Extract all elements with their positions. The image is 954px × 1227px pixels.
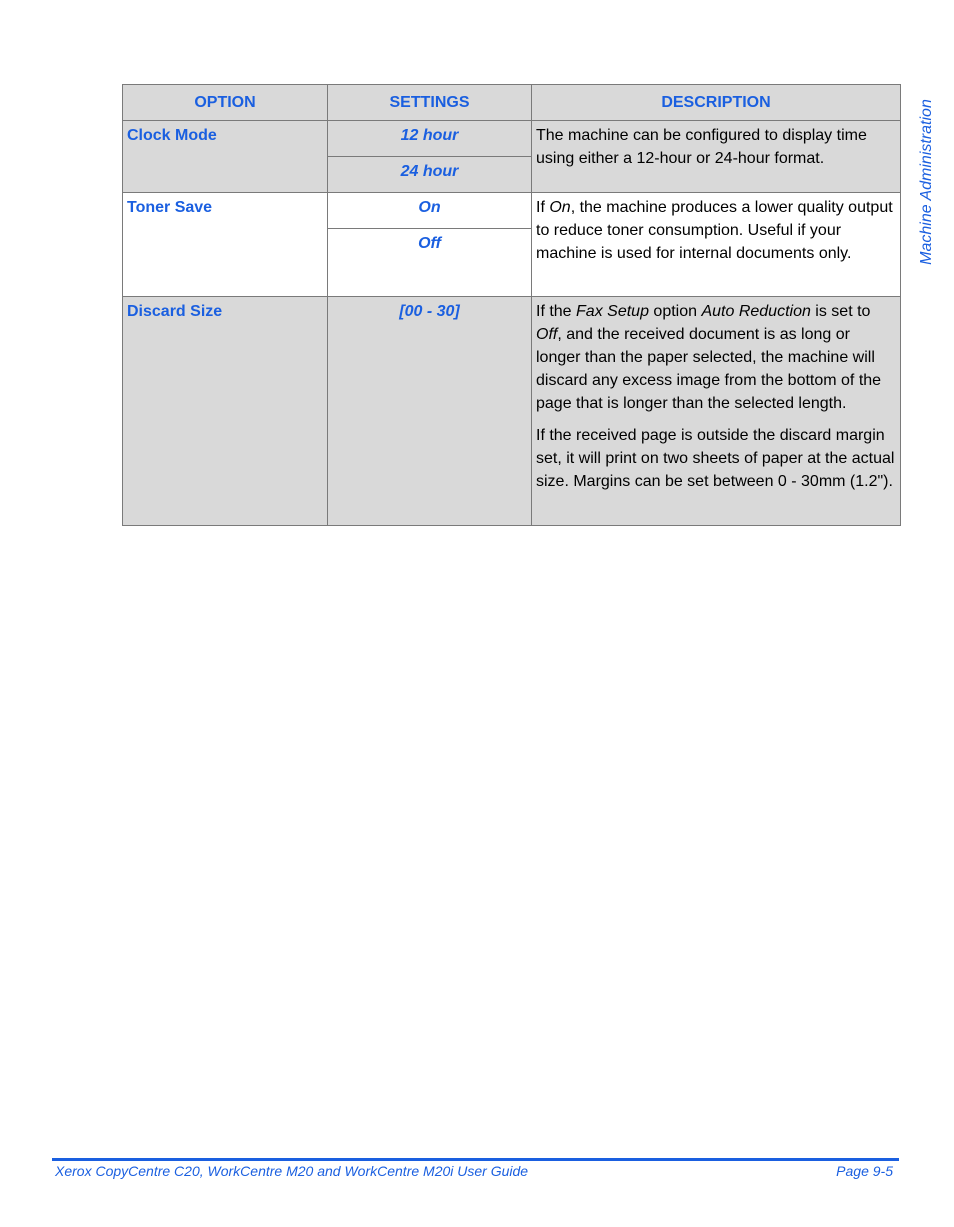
emphasis-auto-reduction: Auto Reduction [701,303,811,320]
section-side-tab: Machine Administration [914,82,940,282]
emphasis-off: Off [536,326,558,343]
header-description: DESCRIPTION [531,84,901,121]
text-run: If [536,199,550,216]
table-row-clock-mode: Clock Mode 12 hour The machine can be co… [122,120,901,193]
description-clock-mode: The machine can be configured to display… [531,120,901,193]
options-table: OPTION SETTINGS DESCRIPTION Clock Mode 1… [122,84,901,526]
header-option: OPTION [122,84,328,121]
emphasis-on: On [549,199,571,216]
text-run: option [648,303,702,320]
text-run: If the [536,303,577,320]
emphasis-fax-setup: Fax Setup [576,303,649,320]
setting-12-hour: 12 hour [327,120,532,157]
description-discard-size: If the Fax Setup option Auto Reduction i… [531,296,901,526]
section-side-tab-label: Machine Administration [918,99,935,265]
text-run: , and the received document is as long o… [536,326,882,412]
description-paragraph-2: If the received page is outside the disc… [536,427,895,490]
description-text: If On, the machine produces a lower qual… [536,196,896,265]
option-toner-save: Toner Save [122,192,328,297]
text-run: , the machine produces a lower quality o… [536,199,893,262]
table-row-toner-save: Toner Save On If On, the machine produce… [122,192,901,297]
description-toner-save: If On, the machine produces a lower qual… [531,192,901,297]
setting-off: Off [327,228,532,297]
footer-page-number: Page 9-5 [836,1163,893,1179]
option-discard-size: Discard Size [122,296,328,526]
setting-range: [00 - 30] [327,296,532,526]
header-settings: SETTINGS [327,84,532,121]
table-header-row: OPTION SETTINGS DESCRIPTION [122,84,901,121]
table-row-discard-size: Discard Size [00 - 30] If the Fax Setup … [122,296,901,526]
description-paragraph-1: If the Fax Setup option Auto Reduction i… [536,300,896,415]
footer-divider [52,1158,899,1161]
text-run: is set to [810,303,871,320]
option-clock-mode: Clock Mode [122,120,328,193]
description-text: The machine can be configured to display… [536,127,867,167]
setting-on: On [327,192,532,229]
setting-24-hour: 24 hour [327,156,532,193]
footer-guide-title: Xerox CopyCentre C20, WorkCentre M20 and… [55,1163,529,1179]
